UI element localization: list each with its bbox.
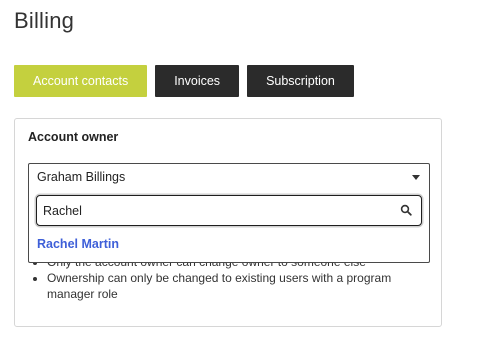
tab-subscription[interactable]: Subscription [247,65,354,97]
owner-search-box[interactable] [36,195,422,226]
caret-down-icon[interactable] [412,175,420,180]
page-title: Billing [14,8,75,33]
search-icon [400,204,412,216]
owner-option-rachel-martin[interactable]: Rachel Martin [37,237,119,251]
ownership-rule: Ownership can only be changed to existin… [47,270,427,302]
tab-invoices[interactable]: Invoices [155,65,240,97]
owner-search-input[interactable] [43,200,383,221]
account-owner-card: Account owner Only the account owner can… [14,118,442,327]
account-owner-select[interactable]: Graham Billings Rachel Martin [28,163,430,263]
account-owner-selected-value: Graham Billings [37,170,126,184]
tab-account-contacts[interactable]: Account contacts [14,65,148,97]
account-owner-label: Account owner [28,130,119,144]
tab-bar: Account contacts Invoices Subscription [14,65,362,97]
